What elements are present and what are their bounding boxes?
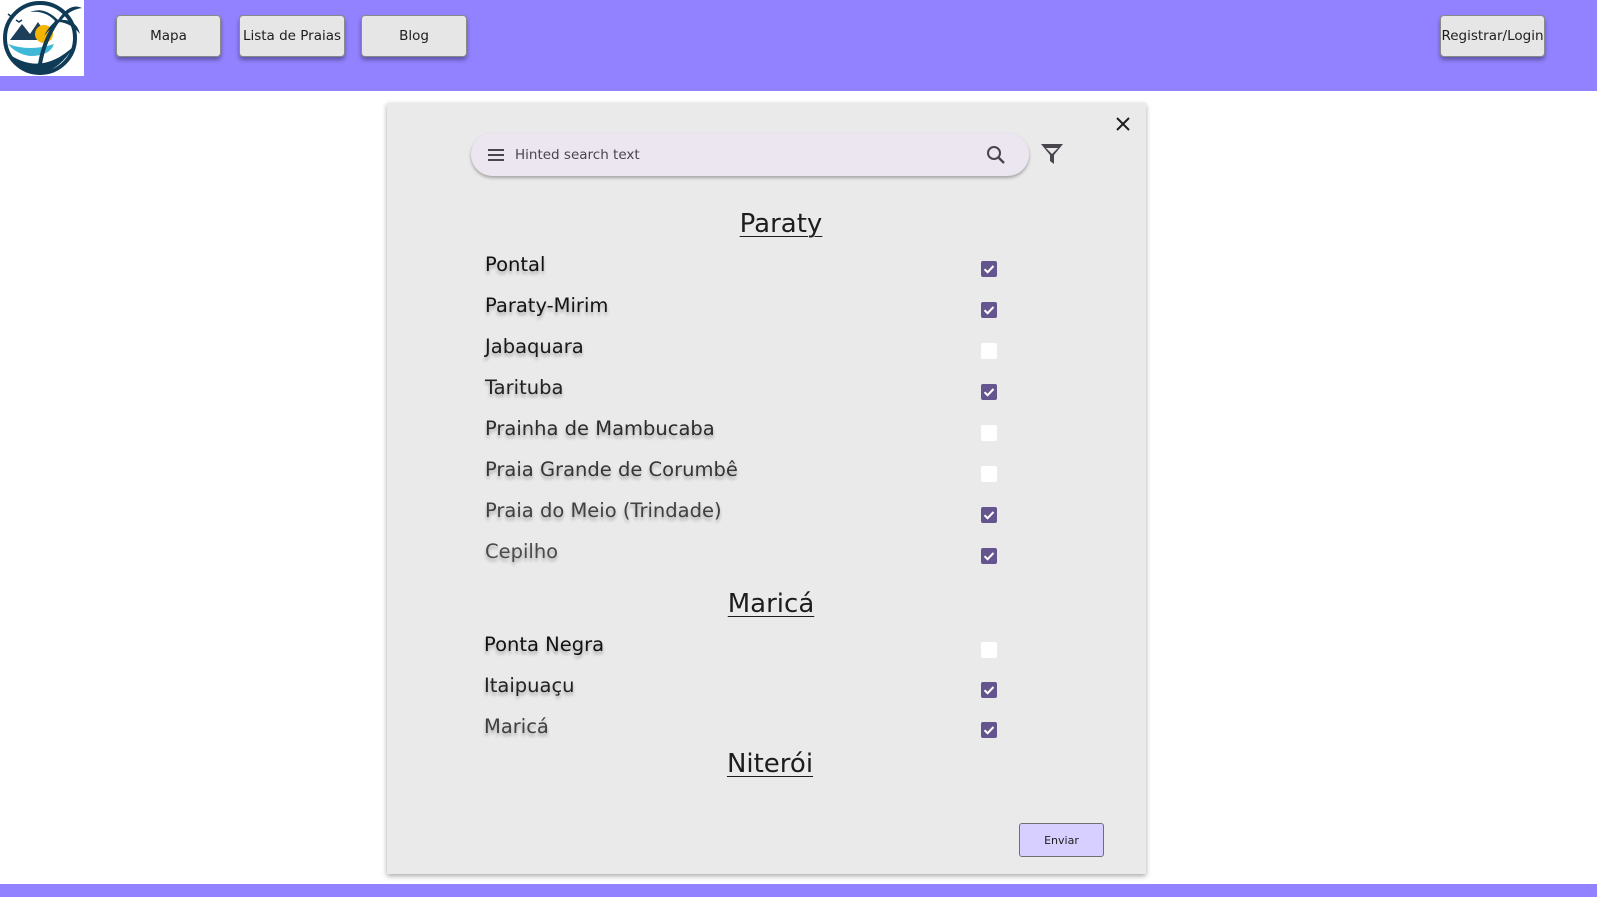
login-button[interactable]: Registrar/Login	[1440, 15, 1545, 57]
beach-item-label: Praia Grande de Corumbê	[485, 458, 738, 481]
palm-beach-logo[interactable]	[0, 0, 84, 76]
beach-item-label: Cepilho	[485, 540, 559, 563]
beach-checkbox[interactable]	[981, 302, 997, 318]
beach-checkbox[interactable]	[981, 425, 997, 441]
beach-item-label: Prainha de Mambucaba	[485, 417, 715, 440]
nav-button-blog[interactable]: Blog	[361, 15, 467, 57]
menu-icon[interactable]	[485, 144, 507, 166]
send-button[interactable]: Enviar	[1019, 823, 1104, 857]
top-navbar: Mapa Lista de Praias Blog Registrar/Logi…	[0, 0, 1597, 91]
nav-button-lista-de-praias[interactable]: Lista de Praias	[239, 15, 345, 57]
filter-icon[interactable]	[1039, 141, 1065, 167]
beach-checkbox[interactable]	[981, 642, 997, 658]
search-icon[interactable]	[985, 144, 1007, 166]
nav-button-mapa[interactable]: Mapa	[116, 15, 221, 57]
bottom-bar	[0, 884, 1597, 897]
beach-item-label: Jabaquara	[485, 335, 584, 358]
beach-item-label: Ponta Negra	[484, 633, 605, 656]
beach-checkbox[interactable]	[981, 507, 997, 523]
beach-checkbox[interactable]	[981, 343, 997, 359]
city-heading-niteroi: Niterói	[726, 749, 814, 779]
beach-checkbox[interactable]	[981, 261, 997, 277]
beach-item-label: Maricá	[484, 715, 549, 738]
beach-item-label: Praia do Meio (Trindade)	[485, 499, 722, 522]
city-heading-marica: Maricá	[727, 589, 815, 619]
beach-checkbox[interactable]	[981, 682, 997, 698]
beach-item-label: Pontal	[485, 253, 546, 276]
beach-item-label: Tarituba	[485, 376, 564, 399]
close-icon[interactable]	[1112, 113, 1134, 135]
beach-item-label: Itaipuaçu	[484, 674, 575, 697]
beach-checkbox[interactable]	[981, 722, 997, 738]
beach-checkbox[interactable]	[981, 384, 997, 400]
beach-filter-panel: Paraty Pontal Paraty-Mirim Jabaquara Tar…	[387, 103, 1146, 874]
logo-graphic	[3, 1, 82, 75]
beach-item-label: Paraty-Mirim	[485, 294, 609, 317]
beach-checkbox[interactable]	[981, 548, 997, 564]
search-input[interactable]	[515, 143, 975, 167]
city-heading-paraty: Paraty	[739, 209, 823, 239]
search-bar	[471, 133, 1029, 176]
beach-checkbox[interactable]	[981, 466, 997, 482]
